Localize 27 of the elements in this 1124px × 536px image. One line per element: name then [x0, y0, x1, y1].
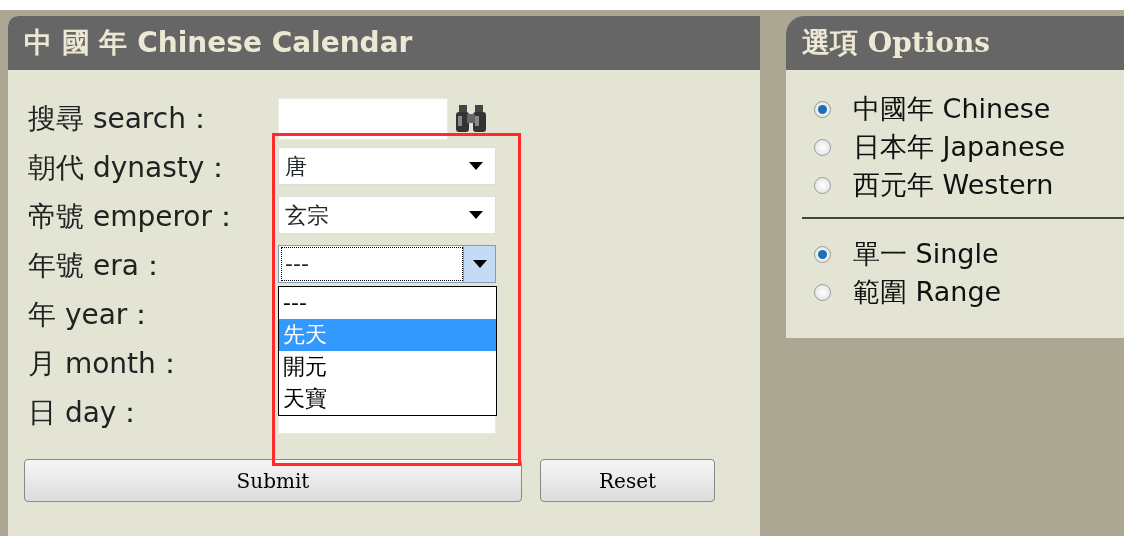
dropdown-option[interactable]: 開元	[279, 351, 496, 383]
caret-icon	[469, 211, 483, 219]
dropdown-field[interactable]: 唐	[278, 147, 496, 185]
panel-title: 中 國 年 Chinese Calendar	[24, 25, 413, 61]
field-label: 年號 era：	[28, 248, 168, 284]
binoculars-icon[interactable]	[454, 104, 488, 134]
field-label: 日 day：	[28, 395, 146, 431]
dropdown-option[interactable]: ---	[279, 287, 496, 319]
radio-button[interactable]	[814, 138, 831, 156]
radio-button[interactable]	[814, 283, 831, 301]
dropdown-field[interactable]: 玄宗	[278, 196, 496, 234]
panel-title: 選項 Options	[802, 25, 991, 61]
field-label: 搜尋 search：	[28, 101, 215, 137]
radio-button[interactable]	[814, 100, 831, 118]
submit-button[interactable]: Submit	[24, 459, 522, 502]
reset-button[interactable]: Reset	[540, 459, 715, 502]
radio-button[interactable]	[814, 176, 831, 194]
dropdown-field[interactable]: ---	[278, 245, 496, 283]
radio-button[interactable]	[814, 245, 831, 263]
caret-icon	[469, 162, 483, 170]
field-label: 月 month：	[28, 346, 185, 382]
field-label: 朝代 dynasty：	[28, 150, 234, 186]
input-field[interactable]	[278, 98, 448, 140]
field-label: 帝號 emperor：	[28, 199, 241, 235]
field-label: 年 year：	[28, 297, 157, 333]
caret-icon	[472, 260, 487, 268]
dropdown-option[interactable]: 天寶	[279, 383, 496, 415]
